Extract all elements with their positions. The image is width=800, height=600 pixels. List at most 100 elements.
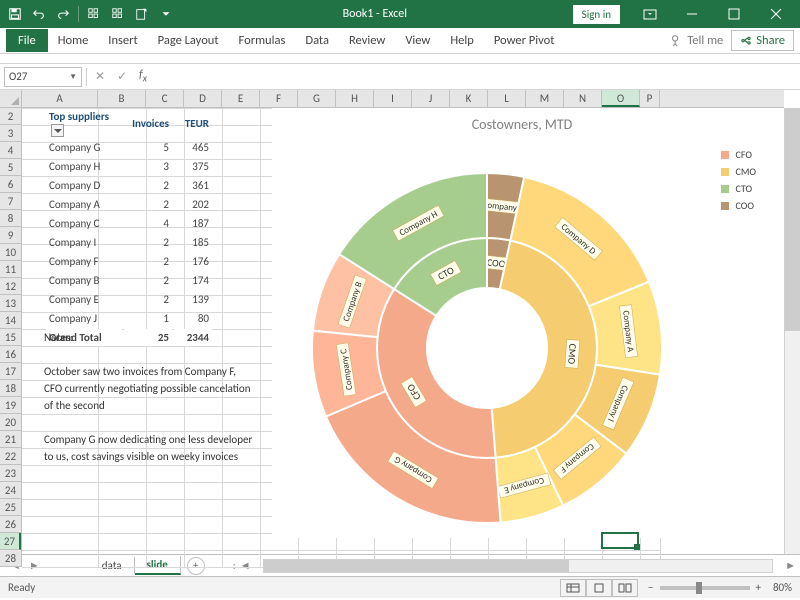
table-row[interactable]: Company F2176 (46, 253, 212, 270)
row-header[interactable]: 22 (0, 448, 21, 465)
zoom-in-button[interactable]: + (756, 581, 761, 594)
tab-page-layout[interactable]: Page Layout (148, 29, 229, 52)
worksheet-grid[interactable]: ABCDEFGHIJKLMNOP 23456789101112131415161… (0, 90, 800, 554)
row-header[interactable]: 23 (0, 465, 21, 482)
column-header[interactable]: E (222, 90, 260, 107)
redo-icon[interactable] (52, 3, 74, 25)
tell-me-search[interactable]: Tell me (661, 33, 731, 48)
column-header[interactable]: K (450, 90, 488, 107)
sheet-tab-data[interactable]: data (90, 557, 135, 574)
sign-in-button[interactable]: Sign in (573, 5, 620, 24)
tab-file[interactable]: File (6, 29, 48, 52)
minimize-icon[interactable] (672, 2, 712, 26)
column-header[interactable]: O (602, 90, 640, 107)
qat-customize-icon[interactable] (155, 3, 177, 25)
tab-formulas[interactable]: Formulas (229, 29, 296, 52)
ribbon-options-icon[interactable] (630, 2, 670, 26)
zoom-level[interactable]: 80% (773, 581, 792, 594)
table-row[interactable]: Company B2174 (46, 272, 212, 289)
row-header[interactable]: 11 (0, 261, 21, 278)
sunburst-chart[interactable]: Costowners, MTD COOCMOCFOCTOCompany JCom… (272, 108, 772, 538)
tab-home[interactable]: Home (48, 29, 99, 52)
row-header[interactable]: 16 (0, 346, 21, 363)
column-header[interactable]: L (488, 90, 526, 107)
row-header[interactable]: 24 (0, 482, 21, 499)
column-header[interactable]: I (374, 90, 412, 107)
row-header[interactable]: 26 (0, 516, 21, 533)
row-header[interactable]: 15 (0, 329, 21, 346)
tab-data[interactable]: Data (295, 29, 339, 52)
row-header[interactable]: 25 (0, 499, 21, 516)
qat-icon-2[interactable] (107, 3, 129, 25)
column-header[interactable]: H (336, 90, 374, 107)
row-header[interactable]: 28 (0, 550, 21, 567)
row-header[interactable]: 8 (0, 210, 21, 227)
row-header[interactable]: 13 (0, 295, 21, 312)
row-header[interactable]: 7 (0, 193, 21, 210)
zoom-slider[interactable] (660, 586, 750, 590)
tab-view[interactable]: View (395, 29, 440, 52)
row-header[interactable]: 14 (0, 312, 21, 329)
column-header[interactable]: J (412, 90, 450, 107)
row-header[interactable]: 6 (0, 176, 21, 193)
tab-insert[interactable]: Insert (98, 29, 147, 52)
table-row[interactable]: Company D2361 (46, 177, 212, 194)
tab-power-pivot[interactable]: Power Pivot (484, 29, 565, 52)
filter-icon[interactable] (51, 124, 64, 137)
row-header[interactable]: 10 (0, 244, 21, 261)
column-header[interactable]: D (184, 90, 222, 107)
page-break-view-icon[interactable] (612, 579, 638, 597)
qat-icon-1[interactable] (83, 3, 105, 25)
table-row[interactable]: Company H3375 (46, 158, 212, 175)
table-row[interactable]: Company E2139 (46, 291, 212, 308)
enter-formula-icon[interactable]: ✓ (113, 69, 131, 84)
row-header[interactable]: 9 (0, 227, 21, 244)
column-header[interactable]: G (298, 90, 336, 107)
fx-icon[interactable]: fx (139, 68, 147, 84)
column-header[interactable]: C (146, 90, 184, 107)
row-header[interactable]: 2 (0, 108, 21, 125)
sheet-tab-slide[interactable]: slide (135, 556, 181, 575)
close-icon[interactable] (756, 2, 796, 26)
select-all-corner[interactable] (0, 90, 22, 108)
table-row[interactable]: Company G5465 (46, 139, 212, 156)
table-row[interactable]: Company A2202 (46, 196, 212, 213)
column-header[interactable]: F (260, 90, 298, 107)
row-header[interactable]: 18 (0, 380, 21, 397)
row-header[interactable]: 21 (0, 431, 21, 448)
row-header[interactable]: 20 (0, 414, 21, 431)
tab-help[interactable]: Help (440, 29, 483, 52)
add-sheet-button[interactable]: + (187, 557, 205, 575)
share-button[interactable]: Share (731, 30, 794, 51)
row-header[interactable]: 4 (0, 142, 21, 159)
table-row[interactable]: Company I2185 (46, 234, 212, 251)
row-header[interactable]: 5 (0, 159, 21, 176)
sheet-nav-next-icon[interactable]: ► (29, 559, 40, 572)
cancel-formula-icon[interactable]: ✕ (91, 69, 109, 84)
chevron-down-icon[interactable]: ▼ (69, 72, 77, 82)
tab-review[interactable]: Review (339, 29, 395, 52)
undo-icon[interactable] (28, 3, 50, 25)
row-header[interactable]: 17 (0, 363, 21, 380)
column-header[interactable]: N (564, 90, 602, 107)
zoom-out-button[interactable]: − (648, 581, 653, 594)
name-box[interactable]: O27 ▼ (4, 67, 82, 87)
maximize-icon[interactable] (714, 2, 754, 26)
normal-view-icon[interactable] (560, 579, 586, 597)
column-header[interactable]: P (640, 90, 660, 107)
save-icon[interactable] (4, 3, 26, 25)
table-row[interactable]: Company J180 (46, 310, 212, 327)
table-row[interactable]: Company C4187 (46, 215, 212, 232)
page-layout-view-icon[interactable] (586, 579, 612, 597)
row-header[interactable]: 27 (0, 533, 21, 550)
qat-icon-3[interactable] (131, 3, 153, 25)
vertical-scrollbar[interactable] (784, 108, 800, 554)
row-header[interactable]: 12 (0, 278, 21, 295)
column-header[interactable]: A (22, 90, 98, 107)
horizontal-scrollbar[interactable]: : ◄ ► (225, 559, 800, 573)
row-header[interactable]: 19 (0, 397, 21, 414)
pivot-table[interactable]: Top suppliers Invoices TEUR Company G546… (44, 108, 214, 348)
column-header[interactable]: M (526, 90, 564, 107)
column-header[interactable]: B (98, 90, 146, 107)
row-header[interactable]: 3 (0, 125, 21, 142)
